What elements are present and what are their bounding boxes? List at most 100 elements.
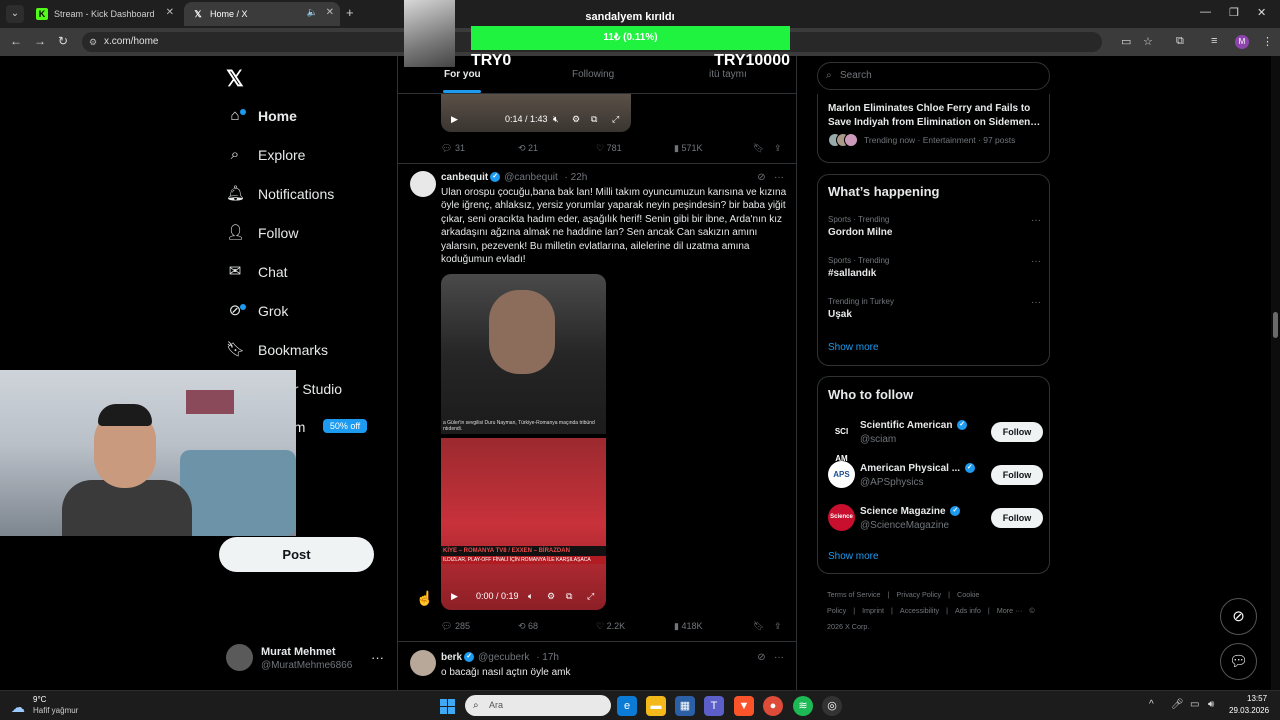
extensions-icon[interactable]: ⧉ xyxy=(1176,35,1184,48)
follow-suggestion[interactable]: APS American Physical ... ✓ @APSphysics … xyxy=(828,461,1043,491)
menu-icon[interactable]: ⋮ xyxy=(1262,35,1273,48)
settings-icon[interactable]: ⚙ xyxy=(547,591,555,602)
profile-avatar[interactable]: M xyxy=(1235,35,1249,49)
share-icon[interactable]: ⇪ xyxy=(774,621,782,632)
site-info-icon[interactable]: ⚙ xyxy=(89,32,97,52)
nav-explore[interactable]: ⌕ Explore xyxy=(226,140,306,170)
weather-desc[interactable]: Hafif yağmur xyxy=(33,706,78,715)
live-event-card[interactable]: Marlon Eliminates Chloe Ferry and Fails … xyxy=(817,94,1050,163)
video-player[interactable]: ▶ 0:14 / 1:43 🔇︎ ⚙ ⧉ ⤢ xyxy=(441,94,631,132)
microphone-icon[interactable]: 🎤︎ xyxy=(1171,699,1184,710)
clock-date[interactable]: 29.03.2026 xyxy=(1229,706,1269,715)
trend-item[interactable]: Sports · Trending Gordon Milne ··· xyxy=(828,215,1043,238)
follow-suggestion[interactable]: Science Science Magazine ✓ @ScienceMagaz… xyxy=(828,504,1043,534)
share-icon[interactable]: ⇪ xyxy=(774,143,782,154)
more-icon[interactable]: ··· xyxy=(774,172,784,183)
tab-home-x[interactable]: 𝕏 Home / X 🔈 ✕ xyxy=(184,2,340,26)
avatar[interactable] xyxy=(226,644,253,671)
cast-icon[interactable]: ▭ xyxy=(1121,35,1131,48)
trend-item[interactable]: Trending in Turkey Uşak ··· xyxy=(828,297,1043,320)
follow-button[interactable]: Follow xyxy=(991,508,1043,528)
avatar[interactable] xyxy=(410,171,436,197)
new-tab-button[interactable]: + xyxy=(346,5,354,20)
obs-icon[interactable]: ◎ xyxy=(822,696,842,716)
show-more-link[interactable]: Show more xyxy=(828,342,879,353)
avatar[interactable] xyxy=(410,650,436,676)
chrome-icon[interactable]: ● xyxy=(763,696,783,716)
pip-icon[interactable]: ⧉ xyxy=(566,591,572,602)
mute-icon[interactable]: 🔈︎ xyxy=(528,591,533,602)
tab-for-you[interactable]: For you xyxy=(444,69,481,80)
play-icon[interactable]: ▶ xyxy=(451,114,458,125)
tab-following[interactable]: Following xyxy=(572,69,614,80)
fullscreen-icon[interactable]: ⤢ xyxy=(587,591,594,602)
weather-temp[interactable]: 9°C xyxy=(33,695,46,704)
more-icon[interactable]: ··· xyxy=(1031,256,1041,267)
grok-icon[interactable]: ⊘ xyxy=(757,652,765,663)
store-icon[interactable]: ▦ xyxy=(675,696,695,716)
speaker-icon[interactable]: 🔈 xyxy=(307,7,318,18)
repost-button[interactable]: ⟲ 21 xyxy=(518,143,538,154)
reading-list-icon[interactable]: ≡ xyxy=(1211,35,1217,47)
x-logo-icon[interactable]: 𝕏 xyxy=(226,66,244,92)
clock-time[interactable]: 13:57 xyxy=(1247,694,1267,703)
brave-icon[interactable]: ▼ xyxy=(734,696,754,716)
show-more-link[interactable]: Show more xyxy=(828,551,879,562)
footer-link[interactable]: Privacy Policy xyxy=(896,590,941,599)
edge-icon[interactable]: e xyxy=(617,696,637,716)
footer-link[interactable]: Accessibility xyxy=(900,606,939,615)
bookmark-icon[interactable]: 🔖︎ xyxy=(753,621,764,632)
bookmark-star-icon[interactable]: ☆ xyxy=(1143,35,1153,48)
windows-start-icon[interactable] xyxy=(440,699,455,714)
forward-icon[interactable]: → xyxy=(34,34,46,48)
tweet-author[interactable]: berk ✓ @gecuberk · 17h xyxy=(441,652,559,663)
repost-button[interactable]: ⟲ 68 xyxy=(518,621,538,632)
scrollbar[interactable] xyxy=(1271,56,1280,690)
cloud-rain-icon[interactable]: ☁ xyxy=(11,699,25,716)
tab-itu-taymi[interactable]: itü taymı xyxy=(709,69,747,80)
settings-icon[interactable]: ⚙ xyxy=(572,114,580,125)
nav-bookmarks[interactable]: 🔖︎ Bookmarks xyxy=(226,335,328,365)
more-icon[interactable]: ··· xyxy=(1031,297,1041,308)
nav-home[interactable]: ⌂ Home xyxy=(226,101,296,131)
close-tab-icon[interactable]: ✕ xyxy=(326,7,334,18)
spotify-icon[interactable]: ≋ xyxy=(793,696,813,716)
nav-follow[interactable]: 👤︎ Follow xyxy=(226,218,298,248)
more-icon[interactable]: ··· xyxy=(774,652,784,663)
taskbar-search[interactable]: ⌕ Ara xyxy=(465,695,611,716)
close-tab-icon[interactable]: ✕ xyxy=(166,7,174,18)
nav-grok[interactable]: ⊘ Grok xyxy=(226,296,289,326)
footer-link[interactable]: Ads info xyxy=(955,606,981,615)
more-icon[interactable]: ··· xyxy=(1031,215,1041,226)
views-button[interactable]: ▮ 571K xyxy=(674,143,702,154)
follow-button[interactable]: Follow xyxy=(991,422,1043,442)
chat-bubble-icon[interactable]: 💬︎ xyxy=(1220,643,1257,680)
more-icon[interactable]: ··· xyxy=(371,650,384,665)
grok-icon[interactable]: ⊘ xyxy=(757,172,765,183)
search-input[interactable]: ⌕ Search xyxy=(817,62,1050,90)
account-handle[interactable]: @MuratMehme6866 xyxy=(261,660,352,671)
reply-button[interactable]: 💬︎ 31 xyxy=(441,143,465,154)
close-window-icon[interactable]: ✕ xyxy=(1257,6,1266,19)
pip-icon[interactable]: ⧉ xyxy=(591,114,597,125)
post-button[interactable]: Post xyxy=(219,537,374,572)
views-button[interactable]: ▮ 418K xyxy=(674,621,702,632)
bookmark-icon[interactable]: 🔖︎ xyxy=(753,143,764,154)
teams-icon[interactable]: T xyxy=(704,696,724,716)
trend-item[interactable]: Sports · Trending #sallandık ··· xyxy=(828,256,1043,279)
footer-link[interactable]: Imprint xyxy=(862,606,884,615)
follow-button[interactable]: Follow xyxy=(991,465,1043,485)
video-player[interactable]: a Güler'in sevgilisi Duru Nayman, Türkiy… xyxy=(441,274,606,610)
minimize-icon[interactable]: — xyxy=(1200,6,1211,18)
maximize-icon[interactable]: ❐ xyxy=(1229,6,1239,19)
network-icon[interactable]: ▭ xyxy=(1190,699,1199,710)
reload-icon[interactable]: ↻ xyxy=(58,34,68,48)
fullscreen-icon[interactable]: ⤢ xyxy=(612,114,619,125)
follow-suggestion[interactable]: SCI AM Scientific American ✓ @sciam Foll… xyxy=(828,418,1043,463)
nav-chat[interactable]: ✉ Chat xyxy=(226,257,288,287)
grok-icon[interactable]: ⊘ xyxy=(1220,598,1257,635)
tab-search-icon[interactable]: ⌄ xyxy=(6,5,24,23)
volume-icon[interactable]: 🔊︎ xyxy=(1208,699,1214,710)
file-explorer-icon[interactable]: ▬ xyxy=(646,696,666,716)
tweet-author[interactable]: canbequit ✓ @canbequit · 22h xyxy=(441,172,587,183)
